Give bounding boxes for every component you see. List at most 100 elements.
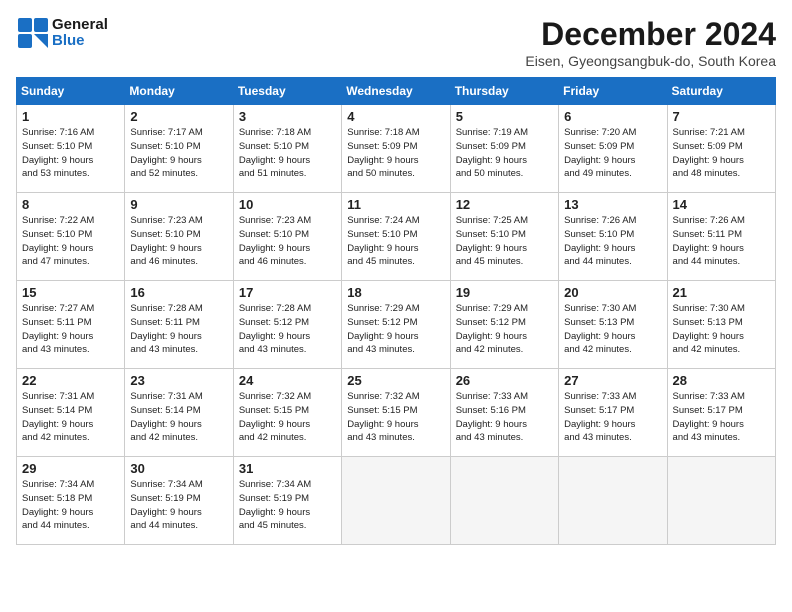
day-number: 13 — [564, 197, 661, 212]
day-number: 11 — [347, 197, 444, 212]
calendar-cell: 14 Sunrise: 7:26 AMSunset: 5:11 PMDayligh… — [667, 193, 775, 281]
calendar-cell: 12Sunrise: 7:25 AMSunset: 5:10 PMDayligh… — [450, 193, 558, 281]
calendar-cell: 24 Sunrise: 7:32 AMSunset: 5:15 PMDayligh… — [233, 369, 341, 457]
calendar-cell: 15Sunrise: 7:27 AMSunset: 5:11 PMDayligh… — [17, 281, 125, 369]
day-number: 26 — [456, 373, 553, 388]
day-number: 7 — [673, 109, 770, 124]
day-number: 9 — [130, 197, 227, 212]
month-title: December 2024 — [525, 16, 776, 53]
day-number: 16 — [130, 285, 227, 300]
calendar-cell: 27Sunrise: 7:33 AMSunset: 5:17 PMDayligh… — [559, 369, 667, 457]
day-info: Sunrise: 7:31 AMSunset: 5:14 PMDaylight:… — [22, 390, 119, 445]
calendar-cell: 30 Sunrise: 7:34 AMSunset: 5:19 PMDayligh… — [125, 457, 233, 545]
day-number: 28 — [673, 373, 770, 388]
calendar-cell: 22 Sunrise: 7:31 AMSunset: 5:14 PMDayligh… — [17, 369, 125, 457]
logo: General Blue — [16, 16, 108, 50]
calendar-cell: 26 Sunrise: 7:33 AMSunset: 5:16 PMDayligh… — [450, 369, 558, 457]
calendar-cell: 20Sunrise: 7:30 AMSunset: 5:13 PMDayligh… — [559, 281, 667, 369]
calendar-cell: 28 Sunrise: 7:33 AMSunset: 5:17 PMDayligh… — [667, 369, 775, 457]
weekday-header-saturday: Saturday — [667, 78, 775, 105]
calendar-cell: 13 Sunrise: 7:26 AMSunset: 5:10 PMDayligh… — [559, 193, 667, 281]
calendar-week-row: 22 Sunrise: 7:31 AMSunset: 5:14 PMDayligh… — [17, 369, 776, 457]
day-info: Sunrise: 7:22 AMSunset: 5:10 PMDaylight:… — [22, 214, 119, 269]
day-number: 25 — [347, 373, 444, 388]
page-header: General Blue December 2024 Eisen, Gyeong… — [16, 16, 776, 69]
calendar-cell: 7 Sunrise: 7:21 AMSunset: 5:09 PMDaylight… — [667, 105, 775, 193]
calendar-cell: 18 Sunrise: 7:29 AMSunset: 5:12 PMDayligh… — [342, 281, 450, 369]
day-info: Sunrise: 7:24 AMSunset: 5:10 PMDaylight:… — [347, 214, 444, 269]
day-info: Sunrise: 7:26 AMSunset: 5:10 PMDaylight:… — [564, 214, 661, 269]
day-info: Sunrise: 7:29 AMSunset: 5:12 PMDaylight:… — [347, 302, 444, 357]
calendar-cell: 2 Sunrise: 7:17 AMSunset: 5:10 PMDaylight… — [125, 105, 233, 193]
calendar-cell: 21 Sunrise: 7:30 AMSunset: 5:13 PMDayligh… — [667, 281, 775, 369]
day-info: Sunrise: 7:26 AMSunset: 5:11 PMDaylight:… — [673, 214, 770, 269]
calendar-cell — [450, 457, 558, 545]
day-info: Sunrise: 7:28 AMSunset: 5:12 PMDaylight:… — [239, 302, 336, 357]
weekday-header-sunday: Sunday — [17, 78, 125, 105]
day-info: Sunrise: 7:21 AMSunset: 5:09 PMDaylight:… — [673, 126, 770, 181]
calendar-week-row: 29Sunrise: 7:34 AMSunset: 5:18 PMDayligh… — [17, 457, 776, 545]
calendar-cell — [667, 457, 775, 545]
day-number: 20 — [564, 285, 661, 300]
day-info: Sunrise: 7:32 AMSunset: 5:15 PMDaylight:… — [239, 390, 336, 445]
calendar-table: SundayMondayTuesdayWednesdayThursdayFrid… — [16, 77, 776, 545]
day-info: Sunrise: 7:31 AMSunset: 5:14 PMDaylight:… — [130, 390, 227, 445]
calendar-cell: 29Sunrise: 7:34 AMSunset: 5:18 PMDayligh… — [17, 457, 125, 545]
day-number: 22 — [22, 373, 119, 388]
day-number: 8 — [22, 197, 119, 212]
calendar-week-row: 15Sunrise: 7:27 AMSunset: 5:11 PMDayligh… — [17, 281, 776, 369]
calendar-cell: 4Sunrise: 7:18 AMSunset: 5:09 PMDaylight… — [342, 105, 450, 193]
calendar-cell: 19 Sunrise: 7:29 AMSunset: 5:12 PMDayligh… — [450, 281, 558, 369]
calendar-week-row: 1Sunrise: 7:16 AMSunset: 5:10 PMDaylight… — [17, 105, 776, 193]
day-info: Sunrise: 7:25 AMSunset: 5:10 PMDaylight:… — [456, 214, 553, 269]
day-info: Sunrise: 7:32 AMSunset: 5:15 PMDaylight:… — [347, 390, 444, 445]
day-info: Sunrise: 7:17 AMSunset: 5:10 PMDaylight:… — [130, 126, 227, 181]
logo-general: General — [52, 16, 108, 33]
day-number: 18 — [347, 285, 444, 300]
weekday-header-wednesday: Wednesday — [342, 78, 450, 105]
day-number: 1 — [22, 109, 119, 124]
day-info: Sunrise: 7:28 AMSunset: 5:11 PMDaylight:… — [130, 302, 227, 357]
location: Eisen, Gyeongsangbuk-do, South Korea — [525, 53, 776, 69]
day-info: Sunrise: 7:20 AMSunset: 5:09 PMDaylight:… — [564, 126, 661, 181]
day-number: 4 — [347, 109, 444, 124]
day-number: 2 — [130, 109, 227, 124]
calendar-cell: 1Sunrise: 7:16 AMSunset: 5:10 PMDaylight… — [17, 105, 125, 193]
weekday-header-friday: Friday — [559, 78, 667, 105]
calendar-cell: 31 Sunrise: 7:34 AMSunset: 5:19 PMDayligh… — [233, 457, 341, 545]
day-info: Sunrise: 7:34 AMSunset: 5:19 PMDaylight:… — [239, 478, 336, 533]
day-number: 14 — [673, 197, 770, 212]
logo-blue: Blue — [52, 32, 85, 49]
day-number: 6 — [564, 109, 661, 124]
weekday-header-monday: Monday — [125, 78, 233, 105]
day-number: 30 — [130, 461, 227, 476]
day-info: Sunrise: 7:33 AMSunset: 5:16 PMDaylight:… — [456, 390, 553, 445]
calendar-cell: 6 Sunrise: 7:20 AMSunset: 5:09 PMDaylight… — [559, 105, 667, 193]
calendar-week-row: 8 Sunrise: 7:22 AMSunset: 5:10 PMDaylight… — [17, 193, 776, 281]
day-info: Sunrise: 7:34 AMSunset: 5:19 PMDaylight:… — [130, 478, 227, 533]
day-number: 19 — [456, 285, 553, 300]
day-number: 10 — [239, 197, 336, 212]
day-number: 24 — [239, 373, 336, 388]
calendar-cell: 9Sunrise: 7:23 AMSunset: 5:10 PMDaylight… — [125, 193, 233, 281]
calendar-cell: 17Sunrise: 7:28 AMSunset: 5:12 PMDayligh… — [233, 281, 341, 369]
day-info: Sunrise: 7:33 AMSunset: 5:17 PMDaylight:… — [673, 390, 770, 445]
day-number: 5 — [456, 109, 553, 124]
logo-icon — [16, 16, 50, 50]
day-number: 15 — [22, 285, 119, 300]
weekday-header-tuesday: Tuesday — [233, 78, 341, 105]
weekday-header-row: SundayMondayTuesdayWednesdayThursdayFrid… — [17, 78, 776, 105]
day-info: Sunrise: 7:30 AMSunset: 5:13 PMDaylight:… — [673, 302, 770, 357]
day-info: Sunrise: 7:19 AMSunset: 5:09 PMDaylight:… — [456, 126, 553, 181]
calendar-cell: 8 Sunrise: 7:22 AMSunset: 5:10 PMDaylight… — [17, 193, 125, 281]
calendar-cell — [342, 457, 450, 545]
day-number: 31 — [239, 461, 336, 476]
day-number: 27 — [564, 373, 661, 388]
day-number: 21 — [673, 285, 770, 300]
day-info: Sunrise: 7:29 AMSunset: 5:12 PMDaylight:… — [456, 302, 553, 357]
calendar-cell: 3Sunrise: 7:18 AMSunset: 5:10 PMDaylight… — [233, 105, 341, 193]
weekday-header-thursday: Thursday — [450, 78, 558, 105]
calendar-cell: 23Sunrise: 7:31 AMSunset: 5:14 PMDayligh… — [125, 369, 233, 457]
day-number: 3 — [239, 109, 336, 124]
calendar-cell: 16 Sunrise: 7:28 AMSunset: 5:11 PMDayligh… — [125, 281, 233, 369]
